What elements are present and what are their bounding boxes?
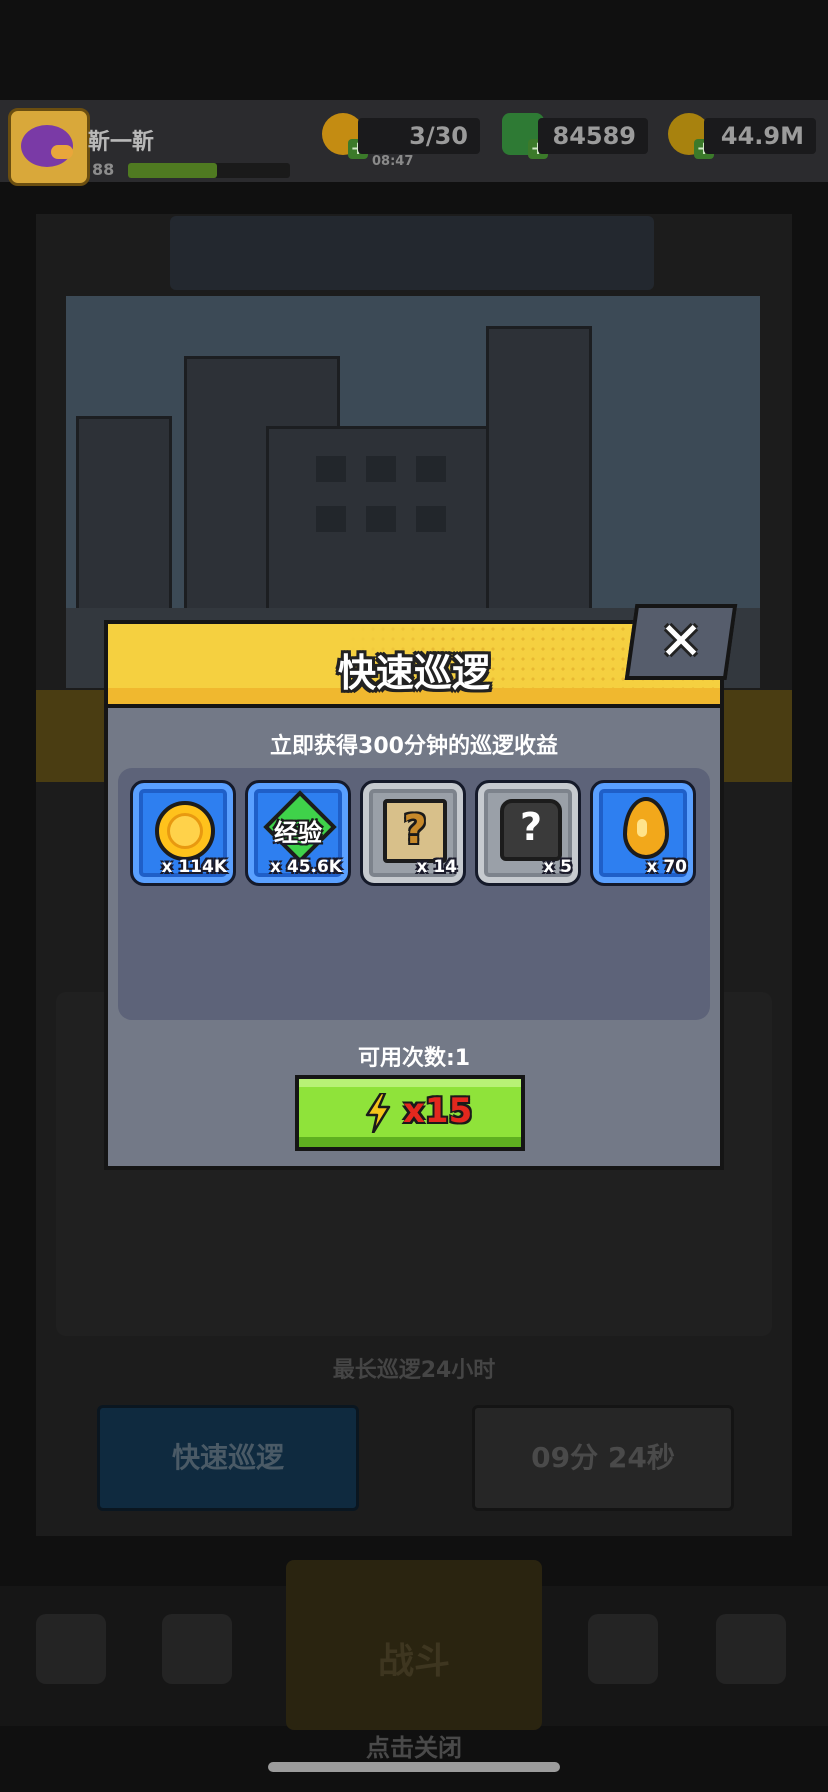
gems-counter[interactable]: 84589	[538, 118, 648, 154]
dialog-subtitle: 立即获得300分钟的巡逻收益	[270, 734, 558, 759]
reward-quantity: x 14	[416, 857, 457, 877]
reward-item-exp[interactable]: 经验 x 45.6K	[245, 780, 351, 886]
patrol-status-strip	[170, 216, 654, 290]
reward-quantity: x 70	[646, 857, 687, 877]
mystery-scroll-icon: ?	[383, 799, 447, 863]
gold-coin-icon	[155, 801, 215, 861]
nav-calendar-icon	[162, 1614, 232, 1684]
home-indicator[interactable]	[268, 1762, 560, 1772]
nav-gear-icon	[588, 1614, 658, 1684]
close-button[interactable]: ✕	[624, 604, 738, 680]
reward-item-scroll[interactable]: ? x 14	[360, 780, 466, 886]
battle-label: 战斗	[377, 1641, 450, 1682]
avatar-beak	[51, 145, 73, 159]
nav-shop-icon	[36, 1614, 106, 1684]
background-quick-patrol-button: 快速巡逻	[97, 1405, 359, 1511]
reward-quantity: x 114K	[161, 857, 227, 877]
xp-bar	[128, 163, 290, 178]
lightning-icon	[365, 1093, 391, 1133]
max-patrol-text: 最长巡逻24小时	[332, 1358, 496, 1383]
player-level: 88	[92, 160, 115, 179]
background-countdown-button: 09分 24秒	[472, 1405, 734, 1511]
energy-counter[interactable]: 3/30	[358, 118, 480, 154]
energy-timer: 08:47	[372, 154, 414, 169]
tap-to-close-hint[interactable]: 点击关闭	[0, 1728, 828, 1763]
reward-item-equipment[interactable]: ? x 5	[475, 780, 581, 886]
gold-counter[interactable]: 44.9M	[704, 118, 816, 154]
reward-quantity: x 5	[543, 857, 572, 877]
confirm-patrol-button[interactable]: x15	[295, 1075, 525, 1151]
reward-item-gold[interactable]: x 114K	[130, 780, 236, 886]
uses-remaining: 可用次数:1	[357, 1046, 471, 1071]
exp-label: 经验	[274, 819, 322, 847]
player-avatar[interactable]	[8, 108, 90, 186]
reward-item-oil[interactable]: x 70	[590, 780, 696, 886]
close-icon: ✕	[659, 612, 703, 672]
oil-drop-icon	[623, 797, 669, 859]
player-name: 靳一靳	[88, 130, 155, 155]
mystery-shirt-icon: ?	[500, 799, 562, 861]
nav-gem-icon	[716, 1614, 786, 1684]
reward-quantity: x 45.6K	[269, 857, 342, 877]
xp-bar-fill	[128, 163, 218, 178]
energy-cost: x15	[403, 1091, 473, 1131]
